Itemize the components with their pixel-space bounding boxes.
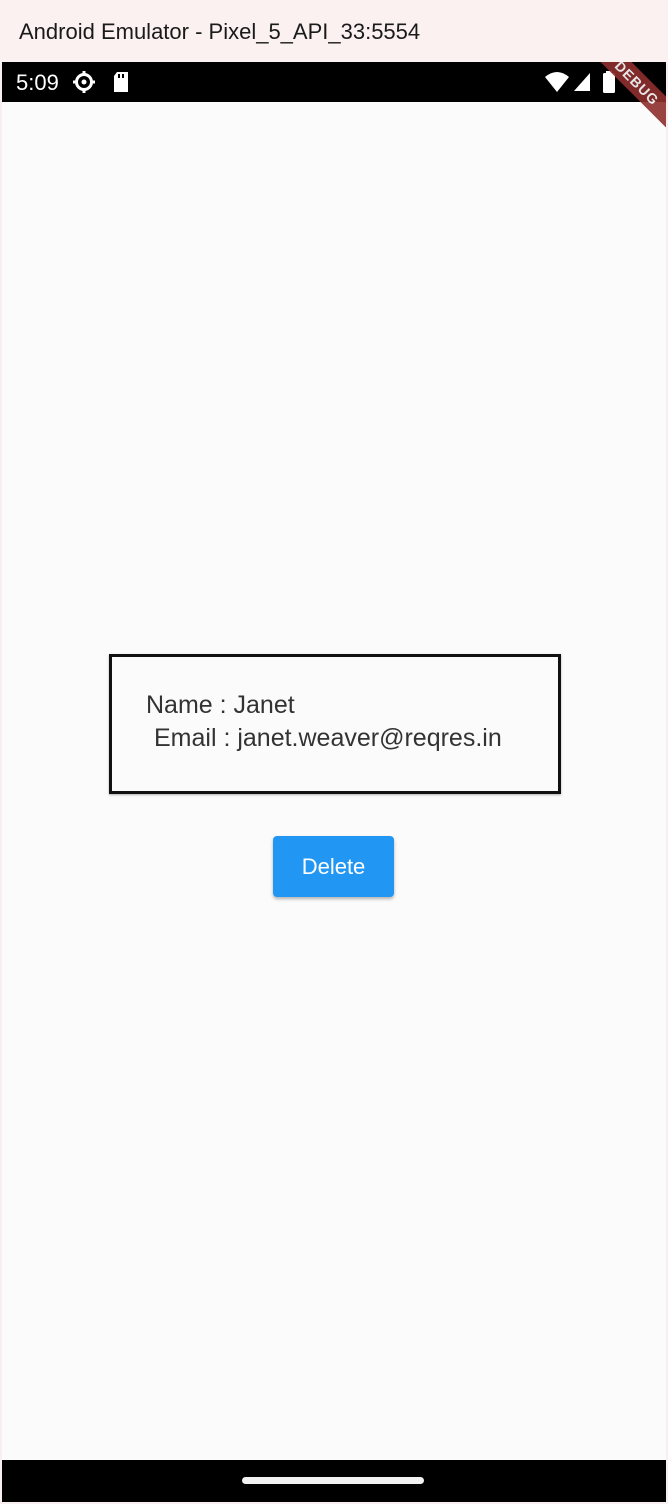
sd-card-icon [112, 70, 130, 94]
signal-icon [572, 70, 592, 94]
window-title: Android Emulator - Pixel_5_API_33:5554 [19, 19, 421, 44]
gesture-home-handle[interactable] [242, 1477, 424, 1484]
emulator-window: Android Emulator - Pixel_5_API_33:5554 5… [0, 0, 668, 1504]
status-time: 5:09 [16, 70, 59, 95]
device-screen: 5:09 DEBUG Name: Janet Email: janet.we… [2, 62, 666, 1502]
wifi-icon [544, 70, 570, 94]
user-info-card: Name : Janet Email : janet.weaver@reqres… [109, 654, 561, 794]
user-email-text: Email : janet.weaver@reqres.in [154, 724, 502, 752]
status-bar: 5:09 DEBUG [2, 62, 666, 144]
navigation-bar [2, 1460, 666, 1502]
window-titlebar[interactable]: Android Emulator - Pixel_5_API_33:5554 [0, 0, 668, 62]
user-name-text: Name : Janet [146, 691, 295, 719]
delete-button[interactable]: Delete [273, 836, 394, 897]
settings-gear-icon [72, 70, 96, 94]
